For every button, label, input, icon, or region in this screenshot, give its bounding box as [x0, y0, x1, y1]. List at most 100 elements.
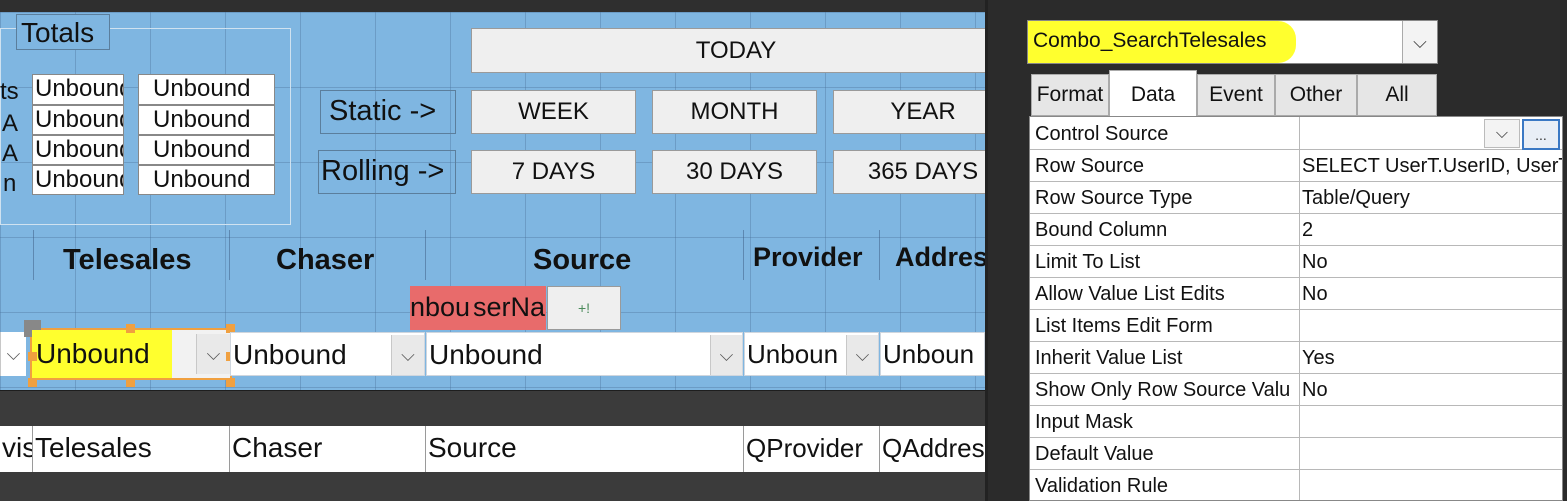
telesales-combo[interactable]: Unbound ⌵ [32, 330, 230, 378]
hidden-textbox-1[interactable]: nbou [410, 286, 473, 330]
totals-textbox-3b[interactable]: Unbound [138, 135, 275, 165]
week-button[interactable]: WEEK [471, 90, 636, 134]
chaser-combo[interactable]: Unbound ⌵ [230, 332, 425, 376]
resize-handle[interactable] [28, 378, 37, 387]
rolling-label[interactable]: Rolling -> [318, 150, 456, 194]
property-row[interactable]: Show Only Row Source Valu No [1030, 373, 1562, 406]
partial-label-1[interactable]: ts [0, 80, 18, 104]
resize-handle[interactable] [126, 324, 135, 333]
tab-other[interactable]: Other [1275, 74, 1357, 116]
form-header-section[interactable]: Totals ts A A n Unbound Unbound Unbound … [0, 12, 985, 390]
detail-field-address[interactable]: QAddres [880, 426, 985, 472]
chaser-combo-text: Unbound [233, 339, 347, 370]
property-value[interactable]: No [1302, 283, 1562, 306]
column-separator [1299, 149, 1300, 181]
detail-field-source[interactable]: Source [426, 426, 744, 472]
provider-dropdown-icon[interactable]: ⌵ [846, 335, 878, 375]
totals-textbox-1a[interactable]: Unbound [32, 74, 124, 105]
provider-heading[interactable]: Provider [753, 242, 877, 273]
totals-textbox-2a[interactable]: Unbound [32, 105, 124, 135]
resize-handle[interactable] [226, 378, 235, 387]
small-add-button[interactable]: +! [547, 286, 621, 330]
totals-textbox-1b[interactable]: Unbound [138, 74, 275, 105]
property-value[interactable]: 2 [1302, 219, 1562, 242]
static-label[interactable]: Static -> [320, 90, 456, 134]
source-heading[interactable]: Source [533, 244, 673, 277]
property-name: Input Mask [1035, 411, 1133, 433]
grid-line [33, 230, 34, 280]
tab-format[interactable]: Format [1031, 74, 1109, 116]
provider-combo[interactable]: Unboun ⌵ [744, 332, 879, 376]
property-row[interactable]: Validation Rule [1030, 469, 1562, 500]
property-value[interactable]: Table/Query [1302, 187, 1562, 210]
detail-section-bar[interactable] [0, 390, 985, 426]
7-days-button[interactable]: 7 DAYS [471, 150, 636, 194]
year-button[interactable]: YEAR [833, 90, 985, 134]
property-row[interactable]: Control Source ⌵... [1030, 117, 1562, 150]
property-row[interactable]: Limit To List No [1030, 245, 1562, 278]
property-row[interactable]: Inherit Value List Yes [1030, 341, 1562, 374]
address-heading[interactable]: Addres [895, 242, 985, 273]
ruler-strip [0, 0, 985, 12]
property-row[interactable]: Bound Column 2 [1030, 213, 1562, 246]
telesales-heading[interactable]: Telesales [63, 244, 223, 277]
detail-section[interactable]: vis Telesales Chaser Source QProvider QA… [0, 426, 985, 472]
telesales-dropdown-icon[interactable]: ⌵ [196, 334, 230, 374]
totals-textbox-2b[interactable]: Unbound [138, 105, 275, 135]
chaser-heading[interactable]: Chaser [276, 244, 416, 277]
hidden-textbox-2[interactable]: serNa [473, 286, 546, 330]
object-selector-text: Combo_SearchTelesales [1033, 29, 1267, 52]
30-days-button[interactable]: 30 DAYS [652, 150, 817, 194]
today-button[interactable]: TODAY [471, 28, 985, 73]
property-row[interactable]: Input Mask [1030, 405, 1562, 438]
source-dropdown-icon[interactable]: ⌵ [710, 335, 742, 375]
partial-label-2[interactable]: A [2, 112, 18, 136]
totals-label[interactable]: Totals [16, 14, 110, 50]
month-button[interactable]: MONTH [652, 90, 817, 134]
partial-combo-arrow[interactable]: ⌵ [0, 332, 26, 376]
totals-textbox-4a[interactable]: Unbound [32, 165, 124, 195]
totals-textbox-3a[interactable]: Unbound [32, 135, 124, 165]
property-value[interactable]: SELECT UserT.UserID, UserT [1302, 155, 1562, 178]
property-row[interactable]: List Items Edit Form [1030, 309, 1562, 342]
column-separator [1299, 469, 1300, 500]
tab-data[interactable]: Data [1109, 70, 1197, 118]
address-combo[interactable]: Unboun [880, 332, 985, 376]
tab-event[interactable]: Event [1197, 74, 1275, 116]
form-design-view[interactable]: Totals ts A A n Unbound Unbound Unbound … [0, 0, 985, 501]
property-row[interactable]: Row Source SELECT UserT.UserID, UserT [1030, 149, 1562, 182]
property-name: Show Only Row Source Valu [1035, 379, 1291, 401]
builder-button[interactable]: ... [1522, 119, 1560, 150]
tab-all[interactable]: All [1357, 74, 1437, 116]
totals-textbox-4b[interactable]: Unbound [138, 165, 275, 195]
resize-handle[interactable] [126, 378, 135, 387]
property-name: Bound Column [1035, 219, 1168, 241]
property-value[interactable]: No [1302, 251, 1562, 274]
property-row[interactable]: Row Source Type Table/Query [1030, 181, 1562, 214]
detail-field-chaser[interactable]: Chaser [230, 426, 426, 472]
chaser-dropdown-icon[interactable]: ⌵ [391, 335, 424, 375]
365-days-button[interactable]: 365 DAYS [833, 150, 985, 194]
property-value[interactable]: No [1302, 379, 1562, 402]
property-row[interactable]: Default Value [1030, 437, 1562, 470]
column-separator [1299, 213, 1300, 245]
grid-line [425, 230, 426, 280]
object-selector[interactable]: Combo_SearchTelesales ⌵ [1027, 20, 1438, 64]
partial-label-4[interactable]: n [3, 172, 19, 196]
grid-line [879, 230, 880, 280]
column-separator [1299, 341, 1300, 373]
column-separator [1299, 117, 1300, 149]
partial-label-3[interactable]: A [2, 142, 18, 166]
object-selector-dropdown-icon[interactable]: ⌵ [1402, 21, 1437, 63]
control-source-dropdown-icon[interactable]: ⌵ [1484, 119, 1520, 148]
detail-field-telesales[interactable]: Telesales [33, 426, 230, 472]
property-grid[interactable]: Control Source ⌵... Row Source SELECT UserT… [1029, 116, 1563, 501]
source-combo[interactable]: Unbound ⌵ [426, 332, 743, 376]
detail-field-partial[interactable]: vis [0, 426, 33, 472]
property-name: Inherit Value List [1035, 347, 1183, 369]
property-value[interactable]: Yes [1302, 347, 1562, 370]
column-separator [1299, 245, 1300, 277]
resize-handle[interactable] [28, 352, 37, 361]
property-row[interactable]: Allow Value List Edits No [1030, 277, 1562, 310]
detail-field-provider[interactable]: QProvider [744, 426, 880, 472]
